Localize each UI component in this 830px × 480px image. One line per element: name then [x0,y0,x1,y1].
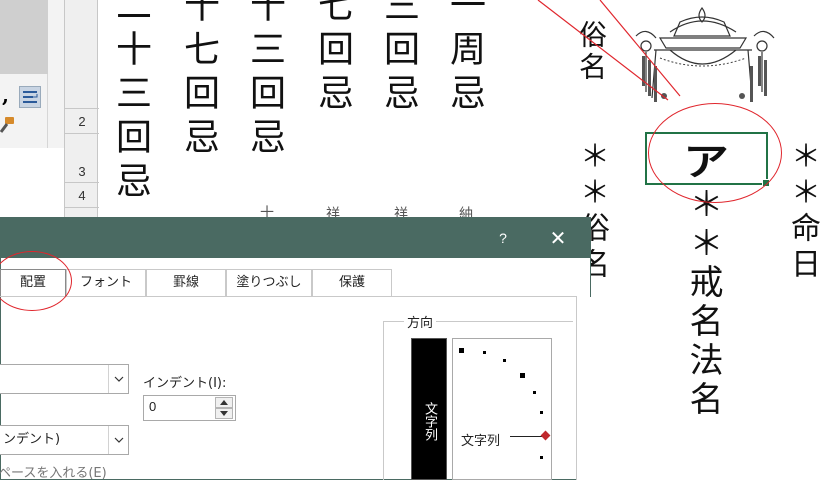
tab-font[interactable]: フォント [66,269,146,297]
indent-spinner[interactable]: 0 [143,395,236,421]
orientation-dot [459,348,464,353]
orientation-title: 方向 [404,312,437,331]
orientation-indicator-line [510,436,542,437]
close-button[interactable]: ✕ [546,227,570,249]
vertical-align-select[interactable]: ンデント) [0,425,129,455]
indent-value: 0 [149,399,157,414]
annotation-circle-cell [648,103,782,203]
orientation-dot [520,373,525,378]
vertical-text-label: 文字列 [422,402,437,441]
orientation-dot [540,456,543,459]
orientation-dot [483,351,486,354]
dialog-edge [577,297,591,480]
orientation-dial[interactable] [452,338,552,480]
indent-label: インデント(I): [143,376,227,391]
chevron-down-icon [108,365,128,393]
orientation-text-label: 文字列 [461,434,501,449]
spin-up-icon[interactable] [215,397,233,408]
tab-fill[interactable]: 塗りつぶし [226,269,312,297]
distributed-space-label: ペースを入れる(E) [0,466,107,480]
tab-border[interactable]: 罫線 [146,269,226,297]
help-button[interactable]: ? [493,227,513,249]
orientation-dot [503,359,506,362]
horizontal-align-select[interactable] [0,364,129,394]
chevron-down-icon [108,426,128,454]
tab-protection[interactable]: 保護 [312,269,392,297]
vertical-align-value: ンデント) [3,432,61,447]
spin-down-icon[interactable] [215,408,233,419]
orientation-dot [540,411,543,414]
orientation-dot [533,391,536,394]
